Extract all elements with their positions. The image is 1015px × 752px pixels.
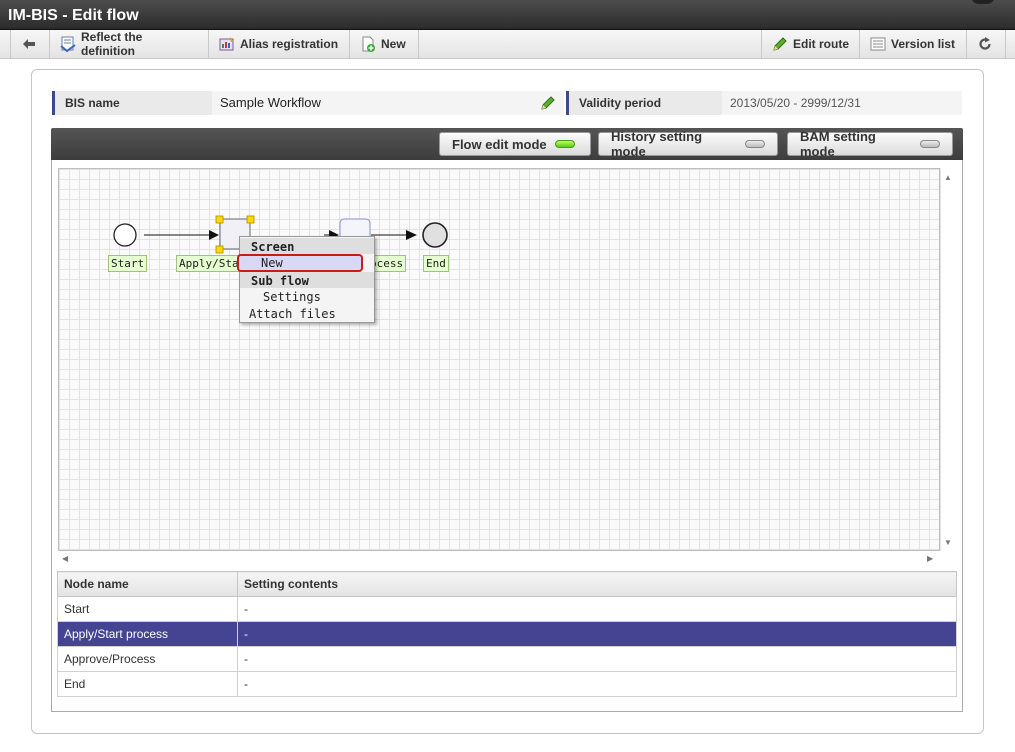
edit-route-label: Edit route	[793, 37, 849, 51]
context-menu-new-item[interactable]: New	[237, 254, 363, 272]
info-row: BIS name Sample Workflow Validity period…	[52, 91, 962, 115]
version-list-label: Version list	[891, 37, 956, 51]
window-title: IM-BIS - Edit flow	[8, 7, 139, 24]
validity-period-value: 2013/05/20 - 2999/12/31	[722, 91, 962, 115]
column-header-node-name: Node name	[57, 571, 238, 597]
canvas-horizontal-scrollbar[interactable]: ◀ ▶	[58, 551, 940, 567]
node-name-cell: Apply/Start process	[57, 621, 238, 647]
end-node-label: End	[423, 255, 449, 272]
bam-setting-mode-label: BAM setting mode	[800, 129, 876, 159]
start-node-label: Start	[108, 255, 148, 272]
alias-registration-label: Alias registration	[240, 37, 339, 51]
scroll-right-icon[interactable]: ▶	[927, 554, 933, 563]
reflect-definition-icon	[60, 36, 76, 52]
toolbar: Reflect the definition Alias registratio…	[0, 30, 1015, 59]
selection-handle	[215, 245, 224, 254]
table-row-selected[interactable]: Apply/Start process -	[57, 621, 957, 647]
reflect-definition-button[interactable]: Reflect the definition	[50, 30, 209, 58]
flow-canvas[interactable]: Start Apply/Star ocess End	[58, 168, 940, 551]
window-corner-decoration	[971, 0, 995, 4]
list-icon	[870, 36, 886, 52]
new-label: New	[381, 37, 406, 51]
new-document-icon	[360, 36, 376, 52]
active-indicator-icon	[554, 140, 575, 148]
table-row[interactable]: Approve/Process -	[57, 646, 957, 672]
scroll-up-icon[interactable]: ▲	[944, 173, 952, 182]
node-context-menu: Screen New Sub flow Settings Attach file…	[237, 236, 375, 323]
setting-contents-cell: -	[237, 671, 957, 697]
selection-handle	[246, 215, 255, 224]
table-row[interactable]: Start -	[57, 596, 957, 622]
bis-name-value: Sample Workflow	[220, 95, 321, 110]
canvas-vertical-scrollbar[interactable]: ▲ ▼	[940, 168, 955, 551]
inactive-indicator-icon	[745, 140, 765, 148]
history-setting-mode-label: History setting mode	[611, 129, 703, 159]
context-menu-subflow-header: Sub flow	[240, 272, 374, 288]
pencil-icon	[772, 36, 788, 52]
arrowhead-icon	[406, 230, 417, 240]
refresh-icon	[977, 36, 993, 52]
reflect-definition-label: Reflect the definition	[81, 30, 143, 58]
refresh-button[interactable]	[966, 30, 1006, 58]
alias-registration-icon	[219, 36, 235, 52]
alias-registration-button[interactable]: Alias registration	[209, 30, 350, 58]
flow-edit-mode-label: Flow edit mode	[452, 136, 547, 152]
bis-name-field: Sample Workflow	[212, 91, 564, 115]
new-button[interactable]: New	[350, 30, 419, 58]
version-list-button[interactable]: Version list	[859, 30, 966, 58]
bis-name-label: BIS name	[52, 91, 212, 115]
context-menu-attach-files-item[interactable]: Attach files	[240, 306, 374, 322]
scroll-down-icon[interactable]: ▼	[944, 538, 952, 547]
node-name-cell: End	[57, 671, 238, 697]
inactive-indicator-icon	[920, 140, 940, 148]
column-header-setting-contents: Setting contents	[237, 571, 957, 597]
table-row[interactable]: End -	[57, 671, 957, 697]
node-name-cell: Start	[57, 596, 238, 622]
setting-contents-cell: -	[237, 621, 957, 647]
back-arrow-icon	[21, 36, 37, 52]
setting-contents-cell: -	[237, 646, 957, 672]
edit-bis-name-pencil-icon[interactable]	[540, 95, 556, 119]
context-menu-settings-item[interactable]: Settings	[240, 289, 374, 305]
table-header-row: Node name Setting contents	[57, 571, 957, 597]
back-button[interactable]	[10, 30, 50, 58]
window-titlebar: IM-BIS - Edit flow	[0, 0, 1015, 30]
history-setting-mode-button[interactable]: History setting mode	[598, 129, 778, 159]
start-node	[113, 223, 137, 247]
arrowhead-icon	[209, 230, 219, 240]
bam-setting-mode-button[interactable]: BAM setting mode	[787, 129, 953, 159]
edit-route-button[interactable]: Edit route	[761, 30, 859, 58]
node-settings-table: Node name Setting contents Start - Apply…	[57, 571, 957, 697]
context-menu-screen-header: Screen	[240, 238, 374, 254]
scroll-left-icon[interactable]: ◀	[62, 554, 68, 563]
mode-bar: Flow edit mode History setting mode BAM …	[51, 128, 963, 160]
validity-period-label: Validity period	[566, 91, 722, 115]
setting-contents-cell: -	[237, 596, 957, 622]
node-name-cell: Approve/Process	[57, 646, 238, 672]
end-node	[422, 222, 448, 248]
flow-diagram	[113, 215, 448, 254]
flow-edit-mode-button[interactable]: Flow edit mode	[439, 132, 591, 156]
selection-handle	[215, 215, 224, 224]
